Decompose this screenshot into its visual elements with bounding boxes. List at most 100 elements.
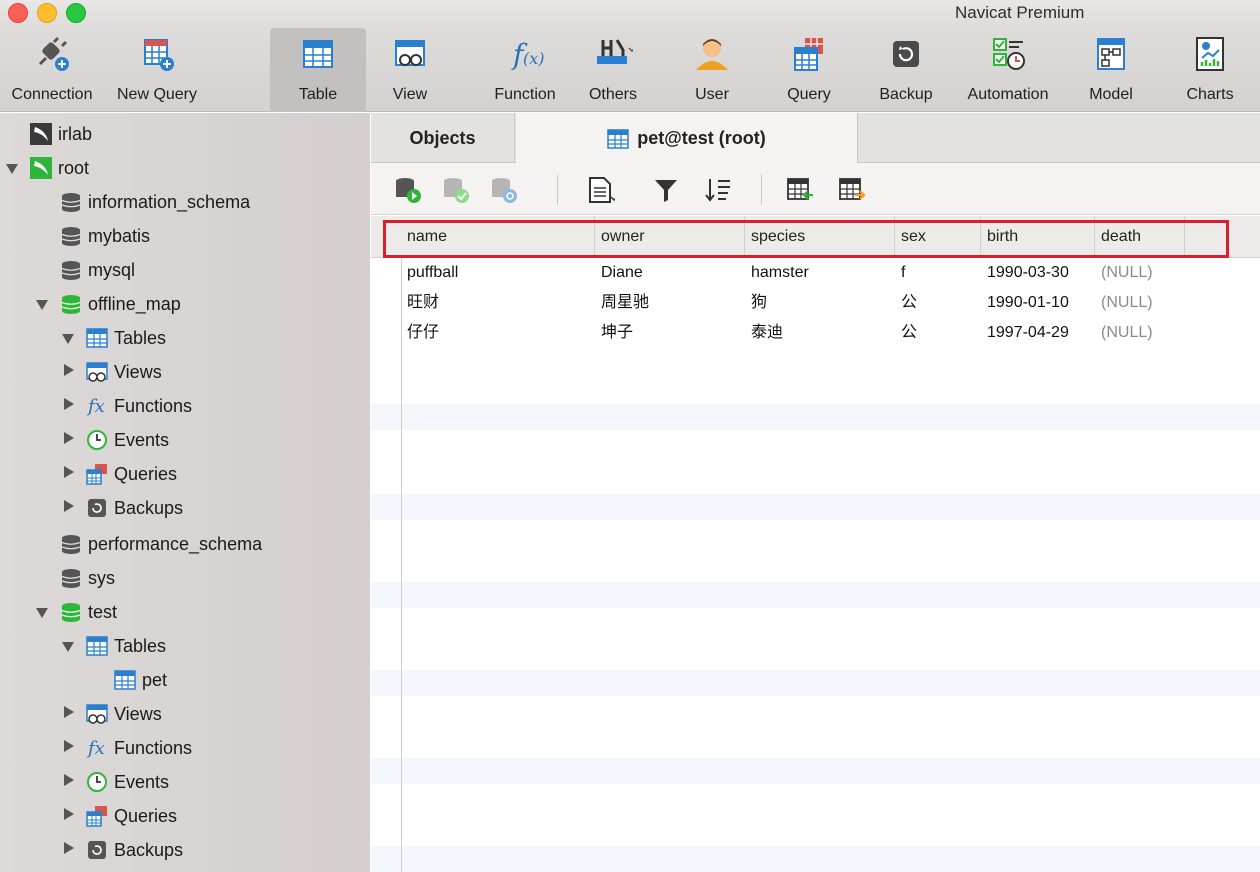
tree-group-functions[interactable]: fx Functions — [86, 731, 192, 765]
tree-table-pet[interactable]: pet — [114, 663, 167, 697]
cell-sex[interactable]: f — [895, 258, 905, 288]
function-button[interactable]: f (x) Function — [470, 28, 580, 112]
cell-death[interactable]: (NULL) — [1095, 288, 1153, 318]
cell-death[interactable]: (NULL) — [1095, 318, 1153, 348]
cell-name[interactable]: 仔仔 — [401, 318, 439, 348]
others-button[interactable]: Others — [580, 28, 646, 112]
table-button[interactable]: Table — [270, 28, 366, 112]
cell-name[interactable]: puffball — [401, 258, 458, 288]
commit-icon[interactable] — [441, 175, 471, 205]
cell-owner[interactable]: 坤子 — [595, 318, 633, 348]
export-icon[interactable] — [837, 175, 867, 205]
tree-item-label: mysql — [88, 259, 136, 280]
connection-button[interactable]: Connection — [0, 28, 104, 112]
import-icon[interactable] — [785, 175, 815, 205]
cell-name[interactable]: 旺财 — [401, 288, 439, 318]
disclosure-triangle-icon[interactable] — [62, 334, 74, 344]
toolbar-label: Function — [494, 86, 556, 103]
disclosure-triangle-icon[interactable] — [64, 774, 74, 786]
tree-database-test[interactable]: test — [60, 595, 117, 629]
sort-icon[interactable] — [703, 175, 733, 205]
cell-owner[interactable]: 周星驰 — [595, 288, 649, 318]
tree-group-tables[interactable]: Tables — [86, 629, 166, 663]
tree-item-label: information_schema — [88, 191, 251, 212]
tree-database-mybatis[interactable]: mybatis — [60, 219, 150, 253]
main-toolbar: Connection New Query Table View f (x) Fu… — [0, 28, 1260, 112]
disclosure-triangle-icon[interactable] — [36, 608, 48, 618]
tree-connection-irlab[interactable]: irlab — [30, 117, 92, 151]
view-icon — [86, 362, 108, 382]
column-header-sex[interactable]: sex — [895, 216, 981, 258]
disclosure-triangle-icon[interactable] — [36, 300, 48, 310]
tree-group-queries[interactable]: Queries — [86, 457, 177, 491]
model-button[interactable]: Model — [1076, 28, 1146, 112]
table-icon — [86, 328, 108, 348]
column-header-birth[interactable]: birth — [981, 216, 1095, 258]
filter-icon[interactable] — [651, 175, 681, 205]
disclosure-triangle-icon[interactable] — [64, 364, 74, 376]
tree-group-backups[interactable]: Backups — [86, 491, 183, 525]
tree-item-label: Functions — [114, 737, 193, 758]
rollback-icon[interactable] — [489, 175, 519, 205]
column-header-owner[interactable]: owner — [595, 216, 745, 258]
view-button[interactable]: View — [380, 28, 440, 112]
begin-transaction-icon[interactable] — [393, 175, 423, 205]
tab-pet-table[interactable]: pet@test (root) — [516, 113, 858, 164]
tree-group-views[interactable]: Views — [86, 355, 162, 389]
cell-birth[interactable]: 1990-03-30 — [981, 258, 1069, 288]
user-button[interactable]: User — [684, 28, 740, 112]
database-icon — [61, 295, 81, 314]
tree-connection-root[interactable]: root — [30, 151, 89, 185]
zoom-window-button[interactable] — [66, 3, 86, 23]
disclosure-triangle-icon[interactable] — [64, 466, 74, 478]
column-header-death[interactable]: death — [1095, 216, 1185, 258]
tree-group-queries[interactable]: Queries — [86, 799, 177, 833]
disclosure-triangle-icon[interactable] — [64, 500, 74, 512]
cell-sex[interactable]: 公 — [895, 288, 917, 318]
disclosure-triangle-icon[interactable] — [64, 432, 74, 444]
tree-group-functions[interactable]: fx Functions — [86, 389, 192, 423]
charts-button[interactable]: Charts — [1172, 28, 1248, 112]
disclosure-triangle-icon[interactable] — [64, 808, 74, 820]
disclosure-triangle-icon[interactable] — [64, 740, 74, 752]
column-header-species[interactable]: species — [745, 216, 895, 258]
text-view-icon[interactable] — [585, 175, 615, 205]
table-row[interactable]: puffball Diane hamster f 1990-03-30 (NUL… — [371, 258, 1260, 288]
minimize-window-button[interactable] — [37, 3, 57, 23]
disclosure-triangle-icon[interactable] — [62, 642, 74, 652]
cell-birth[interactable]: 1997-04-29 — [981, 318, 1069, 348]
cell-owner[interactable]: Diane — [595, 258, 643, 288]
tree-group-views[interactable]: Views — [86, 697, 162, 731]
cell-species[interactable]: hamster — [745, 258, 809, 288]
cell-species[interactable]: 狗 — [745, 288, 767, 318]
tree-group-events[interactable]: Events — [86, 765, 169, 799]
cell-species[interactable]: 泰迪 — [745, 318, 783, 348]
tree-database-sys[interactable]: sys — [60, 561, 115, 595]
disclosure-triangle-icon[interactable] — [64, 842, 74, 854]
row-stripe — [371, 582, 1260, 608]
cell-birth[interactable]: 1990-01-10 — [981, 288, 1069, 318]
function-icon: fx — [86, 738, 105, 759]
cell-sex[interactable]: 公 — [895, 318, 917, 348]
disclosure-triangle-icon[interactable] — [64, 398, 74, 410]
table-row[interactable]: 旺财 周星驰 狗 公 1990-01-10 (NULL) — [371, 288, 1260, 318]
tree-group-events[interactable]: Events — [86, 423, 169, 457]
cell-death[interactable]: (NULL) — [1095, 258, 1153, 288]
column-header-name[interactable]: name — [401, 216, 595, 258]
disclosure-triangle-icon[interactable] — [6, 164, 18, 174]
close-window-button[interactable] — [8, 3, 28, 23]
tree-group-tables[interactable]: Tables — [86, 321, 166, 355]
disclosure-triangle-icon[interactable] — [64, 706, 74, 718]
tree-item-label: mybatis — [88, 225, 151, 246]
query-button[interactable]: Query — [778, 28, 840, 112]
tab-objects[interactable]: Objects — [371, 113, 515, 163]
tree-group-backups[interactable]: Backups — [86, 833, 183, 867]
tree-database-offline-map[interactable]: offline_map — [60, 287, 181, 321]
automation-button[interactable]: Automation — [956, 28, 1060, 112]
new-query-button[interactable]: New Query — [104, 28, 210, 112]
tree-database-performance-schema[interactable]: performance_schema — [60, 527, 262, 561]
table-row[interactable]: 仔仔 坤子 泰迪 公 1997-04-29 (NULL) — [371, 318, 1260, 348]
backup-button[interactable]: Backup — [870, 28, 942, 112]
tree-database-mysql[interactable]: mysql — [60, 253, 135, 287]
tree-database-information-schema[interactable]: information_schema — [60, 185, 250, 219]
